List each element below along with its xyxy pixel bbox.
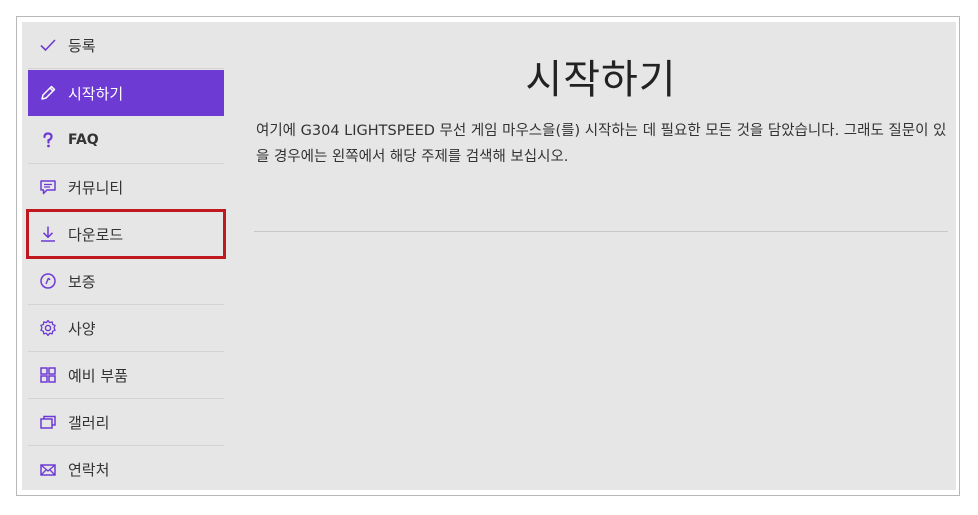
sidebar-item-community[interactable]: 커뮤니티 xyxy=(28,164,224,211)
chat-icon xyxy=(37,176,59,198)
sidebar-item-label: FAQ xyxy=(68,132,99,148)
sidebar-item-faq[interactable]: FAQ xyxy=(28,117,224,164)
sidebar-item-label: 갤러리 xyxy=(68,413,110,432)
gear-icon xyxy=(37,317,59,339)
sidebar-nav: 등록 시작하기 FAQ 커뮤니티 다운로드 보증 사양 예비 부품 갤러리 연락… xyxy=(26,22,226,490)
check-icon xyxy=(37,34,59,56)
sidebar-item-label: 다운로드 xyxy=(68,225,124,244)
sidebar-item-label: 시작하기 xyxy=(68,84,124,103)
gallery-icon xyxy=(37,411,59,433)
pencil-icon xyxy=(37,82,59,104)
warranty-icon xyxy=(37,270,59,292)
sidebar-item-contact[interactable]: 연락처 xyxy=(28,446,224,490)
section-divider xyxy=(254,231,948,232)
sidebar-item-register[interactable]: 등록 xyxy=(28,22,224,69)
sidebar-item-label: 보증 xyxy=(68,272,96,291)
page-title: 시작하기 xyxy=(525,56,677,103)
sidebar-item-label: 사양 xyxy=(68,319,96,338)
sidebar-item-label: 커뮤니티 xyxy=(68,178,124,197)
sidebar-item-spare-parts[interactable]: 예비 부품 xyxy=(28,352,224,399)
sidebar-item-label: 예비 부품 xyxy=(68,366,128,385)
question-icon xyxy=(37,129,59,151)
intro-text: 여기에 G304 LIGHTSPEED 무선 게임 마우스을(를) 시작하는 데… xyxy=(256,123,947,165)
sidebar-item-label: 연락처 xyxy=(68,461,110,479)
grid-icon xyxy=(37,364,59,386)
sidebar-item-gallery[interactable]: 갤러리 xyxy=(28,399,224,446)
sidebar-item-download[interactable]: 다운로드 xyxy=(26,209,226,259)
sidebar-item-getting-started[interactable]: 시작하기 xyxy=(28,70,224,116)
sidebar-item-warranty[interactable]: 보증 xyxy=(28,258,224,305)
sidebar-item-label: 등록 xyxy=(68,36,96,55)
support-page: 등록 시작하기 FAQ 커뮤니티 다운로드 보증 사양 예비 부품 갤러리 연락… xyxy=(22,22,956,490)
mail-icon xyxy=(37,459,59,481)
main-content: 시작하기 여기에 G304 LIGHTSPEED 무선 게임 마우스을(를) 시… xyxy=(254,22,948,490)
sidebar-item-specs[interactable]: 사양 xyxy=(28,305,224,352)
download-icon xyxy=(37,223,59,245)
